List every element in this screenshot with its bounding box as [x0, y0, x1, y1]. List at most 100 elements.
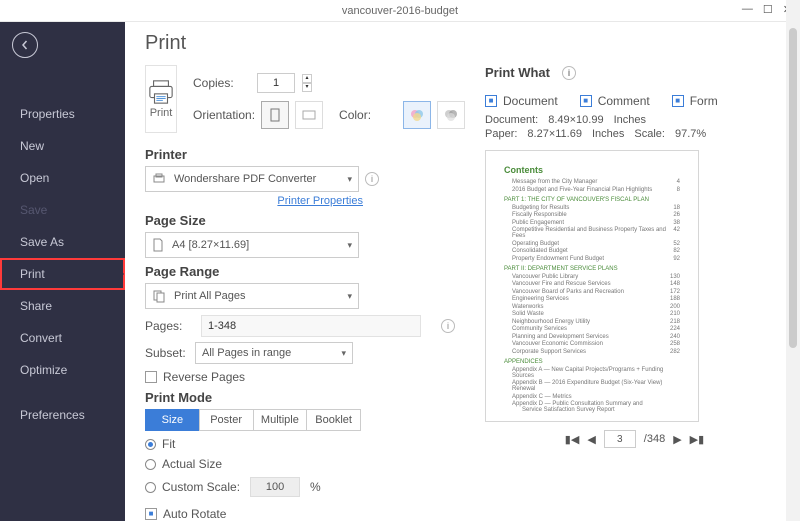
- orientation-landscape[interactable]: [295, 101, 323, 129]
- sidebar-item-preferences[interactable]: Preferences: [0, 399, 125, 431]
- scrollbar-thumb[interactable]: [789, 28, 797, 348]
- page-size-value: A4 [8.27×11.69]: [172, 239, 347, 251]
- caret-down-icon: ▾: [347, 174, 352, 185]
- print-comment-label: Comment: [598, 94, 650, 108]
- page-title: Print: [145, 32, 784, 55]
- sidebar-item-new[interactable]: New: [0, 130, 125, 162]
- copies-value: 1: [273, 77, 279, 89]
- sidebar-item-share[interactable]: Share: [0, 290, 125, 322]
- sidebar-item-print[interactable]: Print: [0, 258, 125, 290]
- landscape-icon: [301, 107, 317, 123]
- maximize-button[interactable]: ☐: [763, 3, 773, 16]
- mode-poster[interactable]: Poster: [199, 409, 254, 431]
- paper-dim-label: Paper:: [485, 128, 517, 140]
- mode-size[interactable]: Size: [145, 409, 200, 431]
- color-icon: [409, 107, 425, 123]
- orientation-label: Orientation:: [193, 108, 255, 122]
- info-icon[interactable]: i: [365, 172, 379, 186]
- custom-scale-radio[interactable]: [145, 482, 156, 493]
- main-panel: Print Print C: [125, 22, 800, 521]
- page-size-header: Page Size: [145, 213, 455, 228]
- minimize-button[interactable]: —: [742, 3, 753, 16]
- window-title: vancouver-2016-budget: [342, 5, 458, 17]
- print-tile-label: Print: [150, 107, 173, 119]
- print-form-label: Form: [690, 94, 718, 108]
- print-tile[interactable]: Print: [145, 65, 177, 133]
- info-icon[interactable]: i: [441, 319, 455, 333]
- print-mode-segment: Size Poster Multiple Booklet: [145, 409, 361, 431]
- mode-multiple[interactable]: Multiple: [253, 409, 308, 431]
- pager-first[interactable]: ▮◀: [565, 433, 580, 446]
- page-range-header: Page Range: [145, 264, 455, 279]
- printer-value: Wondershare PDF Converter: [174, 173, 347, 185]
- actual-size-radio[interactable]: [145, 459, 156, 470]
- pages-input[interactable]: 1-348: [201, 315, 421, 337]
- print-form-checkbox[interactable]: [672, 95, 684, 107]
- preview-pager: ▮◀ ◀ 3 /348 ▶ ▶▮: [485, 430, 784, 448]
- caret-down-icon: ▾: [341, 348, 346, 359]
- sidebar-item-save-as[interactable]: Save As: [0, 226, 125, 258]
- auto-rotate-label: Auto Rotate: [163, 507, 226, 521]
- copies-down[interactable]: ▾: [302, 83, 312, 92]
- pages-icon: [152, 289, 166, 303]
- color-mode-grayscale[interactable]: [437, 101, 465, 129]
- mode-booklet[interactable]: Booklet: [306, 409, 361, 431]
- auto-rotate-checkbox[interactable]: [145, 508, 157, 520]
- page-size-select[interactable]: A4 [8.27×11.69] ▾: [145, 232, 359, 258]
- sidebar-item-properties[interactable]: Properties: [0, 98, 125, 130]
- printer-header: Printer: [145, 147, 455, 162]
- pager-next[interactable]: ▶: [673, 433, 681, 446]
- preview-section-2: PART II: DEPARTMENT SERVICE PLANS: [504, 266, 680, 272]
- subset-select[interactable]: All Pages in range ▾: [195, 342, 353, 364]
- page-icon: [152, 238, 164, 252]
- title-bar: vancouver-2016-budget — ☐ ✕: [0, 0, 800, 22]
- print-comment-checkbox[interactable]: [580, 95, 592, 107]
- sidebar-item-open[interactable]: Open: [0, 162, 125, 194]
- grayscale-icon: [443, 107, 459, 123]
- pages-label: Pages:: [145, 319, 187, 333]
- subset-label: Subset:: [145, 346, 187, 360]
- caret-down-icon: ▾: [347, 291, 352, 302]
- fit-radio[interactable]: [145, 439, 156, 450]
- pager-last[interactable]: ▶▮: [690, 433, 705, 446]
- print-document-label: Document: [503, 94, 558, 108]
- reverse-pages-checkbox[interactable]: [145, 371, 157, 383]
- fit-label: Fit: [162, 437, 175, 451]
- copies-input[interactable]: 1: [257, 73, 295, 93]
- info-icon[interactable]: i: [562, 66, 576, 80]
- pct-label: %: [310, 480, 321, 494]
- scrollbar[interactable]: [786, 0, 800, 521]
- custom-scale-input[interactable]: 100: [250, 477, 300, 497]
- scale-label: Scale:: [634, 128, 665, 140]
- page-range-value: Print All Pages: [174, 290, 347, 302]
- custom-scale-label: Custom Scale:: [162, 480, 240, 494]
- copies-label: Copies:: [193, 76, 251, 90]
- sidebar-item-convert[interactable]: Convert: [0, 322, 125, 354]
- orientation-portrait[interactable]: [261, 101, 289, 129]
- page-range-select[interactable]: Print All Pages ▾: [145, 283, 359, 309]
- doc-dim-value: 8.49×10.99: [548, 114, 603, 126]
- reverse-pages-label: Reverse Pages: [163, 370, 245, 384]
- doc-dim-label: Document:: [485, 114, 538, 126]
- preview-pane: Contents Message from the City Manager4 …: [485, 150, 699, 422]
- print-what-header: Print What: [485, 65, 550, 80]
- preview-section-3: APPENDICES: [504, 359, 680, 365]
- color-mode-color[interactable]: [403, 101, 431, 129]
- actual-size-label: Actual Size: [162, 457, 222, 471]
- copies-up[interactable]: ▴: [302, 74, 312, 83]
- printer-select[interactable]: Wondershare PDF Converter ▾: [145, 166, 359, 192]
- printer-icon: [146, 79, 176, 105]
- inches-label: Inches: [614, 114, 646, 126]
- printer-small-icon: [152, 172, 166, 186]
- portrait-icon: [267, 107, 283, 123]
- pager-current-input[interactable]: 3: [604, 430, 636, 448]
- printer-properties-link[interactable]: Printer Properties: [145, 195, 363, 207]
- print-document-checkbox[interactable]: [485, 95, 497, 107]
- pager-prev[interactable]: ◀: [587, 433, 595, 446]
- preview-contents-title: Contents: [504, 165, 680, 175]
- back-button[interactable]: [12, 32, 38, 58]
- subset-value: All Pages in range: [202, 347, 341, 359]
- sidebar-item-optimize[interactable]: Optimize: [0, 354, 125, 386]
- preview-section-1: PART 1: THE CITY OF VANCOUVER'S FISCAL P…: [504, 197, 680, 203]
- sidebar: Properties New Open Save Save As Print S…: [0, 22, 125, 521]
